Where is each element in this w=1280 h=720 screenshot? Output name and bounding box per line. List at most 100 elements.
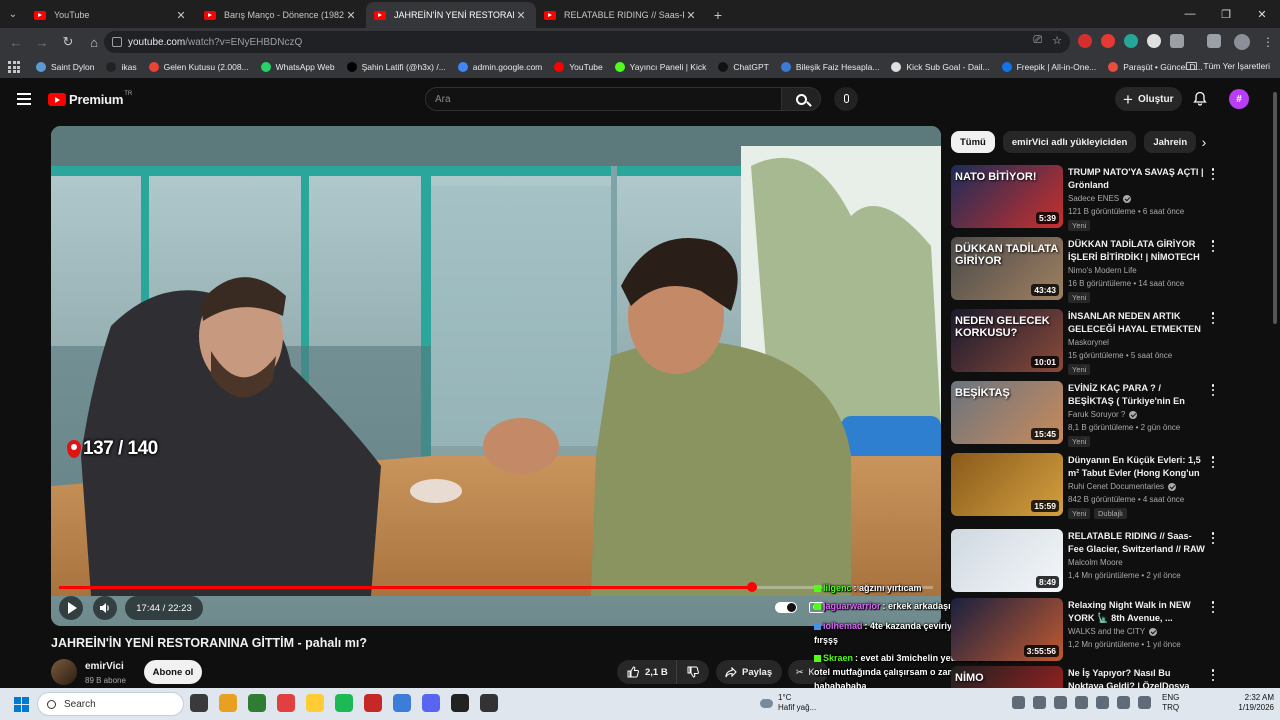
taskbar-app-icon[interactable] xyxy=(306,694,324,712)
bookmark-item[interactable]: Bileşik Faiz Hesapla... xyxy=(780,62,879,72)
video-thumbnail[interactable]: DÜKKAN TADİLATA GİRİYOR 43:43 xyxy=(951,237,1063,300)
like-button[interactable]: 2,1 B xyxy=(617,660,677,684)
recommended-channel[interactable]: Malcolm Moore xyxy=(1068,558,1123,567)
tray-app-icon[interactable] xyxy=(1096,696,1109,709)
new-tab-button[interactable]: + xyxy=(706,2,730,28)
recommended-channel[interactable]: Maskorynel xyxy=(1068,338,1109,347)
recommended-video[interactable]: 8:49 RELATABLE RIDING // Saas-Fee Glacier… xyxy=(951,529,1221,597)
bookmark-item[interactable]: WhatsApp Web xyxy=(260,62,335,72)
apps-grid-icon[interactable] xyxy=(8,61,22,73)
reading-list-icon[interactable] xyxy=(1207,34,1221,48)
tray-app-icon[interactable] xyxy=(1075,696,1088,709)
recommended-title[interactable]: TRUMP NATO'YA SAVAŞ AÇTI | Grönland xyxy=(1068,166,1206,192)
taskbar-app-icon[interactable] xyxy=(422,694,440,712)
taskbar-app-icon[interactable] xyxy=(190,694,208,712)
tray-app-icon[interactable] xyxy=(1054,696,1067,709)
video-thumbnail[interactable]: 15:59 xyxy=(951,453,1063,516)
system-clock[interactable]: 2:32 AM 1/19/2026 xyxy=(1222,693,1274,713)
weather-widget[interactable]: 1°C Hafif yağ... xyxy=(760,693,816,713)
forward-arrow-icon[interactable]: → xyxy=(30,30,54,54)
autoplay-toggle[interactable] xyxy=(775,602,797,613)
share-button[interactable]: Paylaş xyxy=(716,660,782,684)
taskbar-search[interactable]: Search xyxy=(37,692,184,716)
chip-all[interactable]: Tümü xyxy=(951,131,995,153)
notifications-bell-icon[interactable] xyxy=(1193,91,1207,106)
recommended-channel[interactable]: Nimo's Modern Life xyxy=(1068,266,1137,275)
page-scrollbar[interactable] xyxy=(1272,80,1278,688)
search-input[interactable]: Ara xyxy=(425,87,782,111)
recommended-title[interactable]: İNSANLAR NEDEN ARTIK GELECEĞİ HAYAL ETME… xyxy=(1068,310,1206,336)
play-button[interactable] xyxy=(59,596,83,620)
taskbar-app-icon[interactable] xyxy=(277,694,295,712)
taskbar-app-icon[interactable] xyxy=(248,694,266,712)
video-player[interactable]: 137 / 140 17:44 / 22:23 CC xyxy=(51,126,941,626)
chip-jahrein[interactable]: Jahrein xyxy=(1144,131,1197,153)
bookmark-item[interactable]: Gelen Kutusu (2.008... xyxy=(148,62,249,72)
tab-search-button[interactable]: ⌄ xyxy=(0,0,26,28)
dislike-button[interactable] xyxy=(677,666,709,678)
recommended-video[interactable]: 3:55:56 Relaxing Night Walk in NEW YORK 🗽… xyxy=(951,598,1221,666)
home-icon[interactable]: ⌂ xyxy=(82,30,106,54)
browser-tab[interactable]: YouTube ✕ xyxy=(26,2,196,28)
browser-tab[interactable]: RELATABLE RIDING // Saas-Fee✕ xyxy=(536,2,706,28)
recommended-video[interactable]: BEŞİKTAŞ 15:45 EVİNİZ KAÇ PARA ? / BEŞİKTA… xyxy=(951,381,1221,449)
channel-avatar[interactable] xyxy=(51,659,77,685)
bookmark-item[interactable]: Saint Dylon xyxy=(36,62,94,72)
taskbar-app-icon[interactable] xyxy=(364,694,382,712)
taskbar-app-icon[interactable] xyxy=(219,694,237,712)
chevron-right-icon[interactable]: › xyxy=(1197,134,1211,150)
profile-avatar[interactable] xyxy=(1234,34,1250,50)
youtube-premium-logo[interactable]: Premium TR xyxy=(48,91,132,107)
recommended-title[interactable]: EVİNİZ KAÇ PARA ? / BEŞİKTAŞ ( Türkiye'n… xyxy=(1068,382,1206,408)
input-language[interactable]: ENG TRQ xyxy=(1162,693,1179,713)
close-tab-icon[interactable]: ✕ xyxy=(684,9,698,22)
site-info-icon[interactable] xyxy=(112,37,122,47)
recommended-video[interactable]: NATO BİTİYOR! 5:39 TRUMP NATO'YA SAVAŞ AÇT… xyxy=(951,165,1221,233)
create-button[interactable]: + Oluştur xyxy=(1115,87,1182,111)
recommended-video[interactable]: 15:59 Dünyanın En Küçük Evleri: 1,5 m² Ta… xyxy=(951,453,1221,521)
taskbar-app-icon[interactable] xyxy=(480,694,498,712)
progress-bar[interactable] xyxy=(59,582,933,592)
recommended-channel[interactable]: Ruhi Cenet Documentaries xyxy=(1068,482,1177,491)
channel-name[interactable]: emirVici xyxy=(85,661,124,672)
bookmark-item[interactable]: YouTube xyxy=(554,62,603,72)
bookmark-item[interactable]: Kick Sub Goal - Dail... xyxy=(891,62,990,72)
browser-tab[interactable]: Barış Manço - Dönence (1982 - ✕ xyxy=(196,2,366,28)
close-tab-icon[interactable]: ✕ xyxy=(174,9,188,22)
more-options-icon[interactable] xyxy=(1209,239,1217,253)
recommended-title[interactable]: Relaxing Night Walk in NEW YORK 🗽 8th Av… xyxy=(1068,599,1206,625)
recommended-video[interactable]: NEDEN GELECEK KORKUSU? 10:01 İNSANLAR NEDE… xyxy=(951,309,1221,377)
tray-app-icon[interactable] xyxy=(1033,696,1046,709)
taskbar-app-icon[interactable] xyxy=(393,694,411,712)
bookmark-star-icon[interactable]: ☆ xyxy=(1052,34,1062,47)
bookmark-item[interactable]: Freepik | All-in-One... xyxy=(1001,62,1096,72)
recommended-channel[interactable]: Sadece ENES xyxy=(1068,194,1132,203)
recommended-channel[interactable]: Faruk Soruyor ? xyxy=(1068,410,1138,419)
puzzle-icon[interactable] xyxy=(1170,34,1184,48)
recommended-title[interactable]: RELATABLE RIDING // Saas-Fee Glacier, Sw… xyxy=(1068,530,1206,556)
address-bar[interactable]: youtube.com/watch?v=ENyEHBDNczQ ⎚ ☆ xyxy=(104,31,1070,53)
video-thumbnail[interactable]: NEDEN GELECEK KORKUSU? 10:01 xyxy=(951,309,1063,372)
video-thumbnail[interactable]: 3:55:56 xyxy=(951,598,1063,661)
bookmark-item[interactable]: ChatGPT xyxy=(718,62,769,72)
all-bookmarks-button[interactable]: Tüm Yer İşaretleri xyxy=(1186,61,1270,71)
reload-icon[interactable]: ↻ xyxy=(56,30,80,54)
video-thumbnail[interactable]: BEŞİKTAŞ 15:45 xyxy=(951,381,1063,444)
more-options-icon[interactable] xyxy=(1209,668,1217,682)
speaker-icon[interactable] xyxy=(1138,696,1151,709)
taskbar-app-icon[interactable] xyxy=(451,694,469,712)
more-options-icon[interactable] xyxy=(1209,383,1217,397)
recommended-channel[interactable]: WALKS and the CITY xyxy=(1068,627,1158,636)
extension-icon[interactable] xyxy=(1078,34,1092,48)
extension-icon[interactable] xyxy=(1147,34,1161,48)
search-button[interactable] xyxy=(781,87,821,111)
cast-icon[interactable]: ⎚ xyxy=(1033,34,1042,47)
back-arrow-icon[interactable]: ← xyxy=(4,30,28,54)
tray-app-icon[interactable] xyxy=(1012,696,1025,709)
recommended-video[interactable]: DÜKKAN TADİLATA GİRİYOR 43:43 DÜKKAN TADİL… xyxy=(951,237,1221,305)
more-options-icon[interactable] xyxy=(1209,167,1217,181)
video-thumbnail[interactable]: NATO BİTİYOR! 5:39 xyxy=(951,165,1063,228)
bookmark-item[interactable]: Şahin Latifi (@h3x) /... xyxy=(346,62,446,72)
extension-icon[interactable] xyxy=(1101,34,1115,48)
windows-start-icon[interactable] xyxy=(14,697,29,712)
